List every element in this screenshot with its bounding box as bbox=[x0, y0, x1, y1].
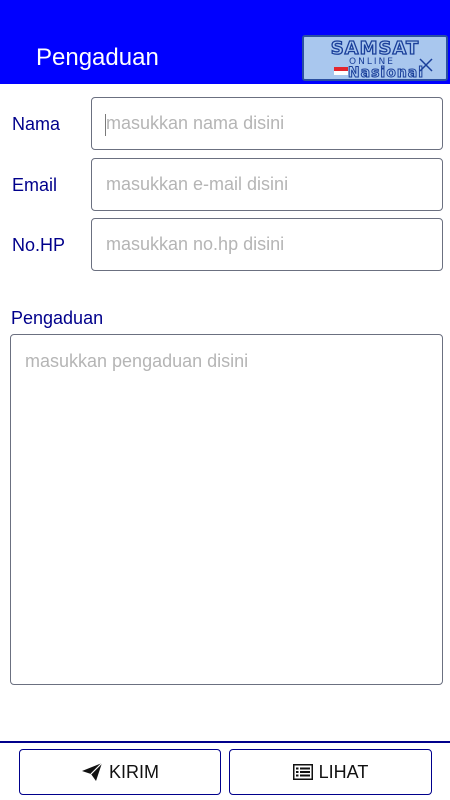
send-icon bbox=[81, 762, 103, 782]
status-bar bbox=[0, 0, 450, 32]
pengaduan-textarea[interactable] bbox=[10, 334, 443, 685]
nohp-field[interactable] bbox=[91, 218, 443, 271]
page-title: Pengaduan bbox=[36, 44, 159, 71]
nohp-label: No.HP bbox=[12, 235, 66, 255]
lihat-label: LIHAT bbox=[318, 761, 369, 782]
logo-line3: Nasional bbox=[348, 65, 424, 79]
nama-label: Nama bbox=[12, 114, 61, 134]
nama-field[interactable] bbox=[91, 97, 443, 150]
kirim-label: KIRIM bbox=[108, 761, 159, 782]
list-icon bbox=[292, 764, 313, 780]
samsat-logo: SAMSAT ONLINE Nasional bbox=[302, 35, 448, 81]
logo-line1: SAMSAT bbox=[331, 38, 420, 59]
pengaduan-label: Pengaduan bbox=[11, 308, 104, 328]
text-cursor bbox=[105, 114, 106, 136]
app-bar: Pengaduan SAMSAT ONLINE Nasional bbox=[0, 32, 450, 84]
email-field[interactable] bbox=[91, 158, 443, 211]
lihat-button[interactable]: LIHAT bbox=[229, 749, 432, 795]
kirim-button[interactable]: KIRIM bbox=[19, 749, 221, 795]
email-label: Email bbox=[12, 175, 58, 195]
